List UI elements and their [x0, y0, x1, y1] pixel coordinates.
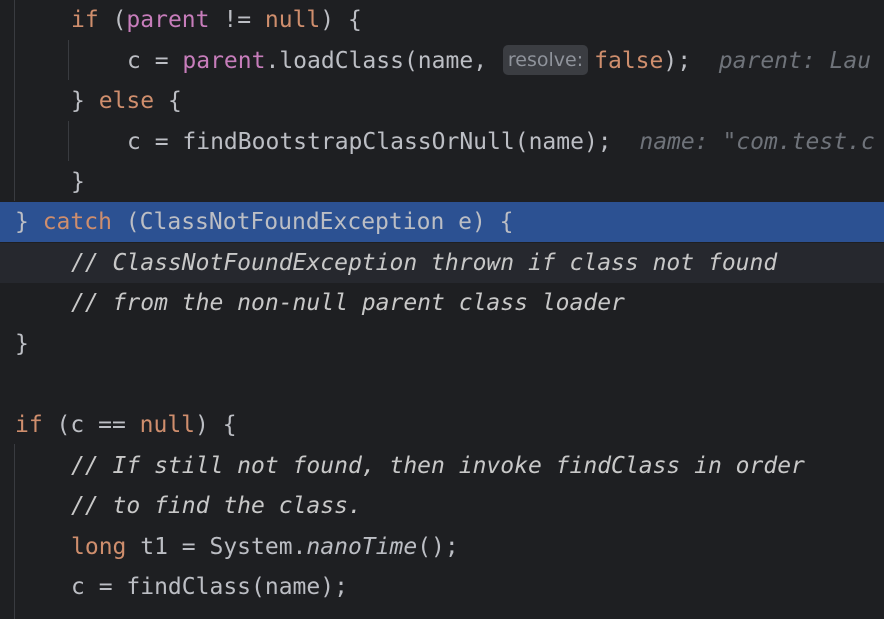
code-line[interactable]: // to find the class. — [0, 486, 884, 527]
code-line[interactable]: c = findBootstrapClassOrNull(name); name… — [0, 122, 884, 163]
caret-line[interactable]: // ClassNotFoundException thrown if clas… — [0, 242, 884, 283]
comment: // ClassNotFoundException thrown if clas… — [71, 249, 778, 276]
field-parent: parent — [182, 47, 266, 74]
static-method: nanoTime — [306, 533, 418, 560]
code-line[interactable] — [0, 364, 884, 405]
inline-debug-value: name: "com.test.c — [639, 128, 875, 155]
code-line[interactable]: c = findClass(name); — [0, 567, 884, 608]
code-line[interactable]: if (c == null) { — [0, 405, 884, 446]
inline-debug-value: parent: Lau — [718, 47, 872, 74]
keyword-if: if — [15, 412, 43, 438]
keyword-if: if — [71, 7, 99, 33]
execution-point-line[interactable]: } catch (ClassNotFoundException e) { — [0, 202, 884, 242]
code-line[interactable]: // If still not found, then invoke findC… — [0, 446, 884, 487]
comment: // If still not found, then invoke findC… — [71, 452, 805, 479]
parameter-hint: resolve: — [502, 44, 589, 75]
keyword-else: else — [98, 88, 155, 114]
code-line[interactable]: if (parent != null) { — [0, 0, 884, 41]
code-line[interactable]: } — [0, 324, 884, 365]
comment: // from the non-null parent class loader — [71, 290, 625, 316]
keyword-catch: catch — [42, 209, 112, 235]
code-line[interactable]: } — [0, 162, 884, 203]
code-line[interactable]: long t1 = System.nanoTime(); — [0, 527, 884, 568]
keyword-long: long — [71, 533, 127, 560]
code-line[interactable]: // from the non-null parent class loader — [0, 283, 884, 324]
code-line[interactable]: c = parent.loadClass(name, resolve: false… — [0, 41, 884, 82]
code-line[interactable]: } else { — [0, 81, 884, 122]
field-parent: parent — [126, 7, 210, 33]
comment: // to find the class. — [71, 493, 362, 519]
code-editor[interactable]: if (parent != null) { c = parent.loadCla… — [0, 0, 884, 619]
